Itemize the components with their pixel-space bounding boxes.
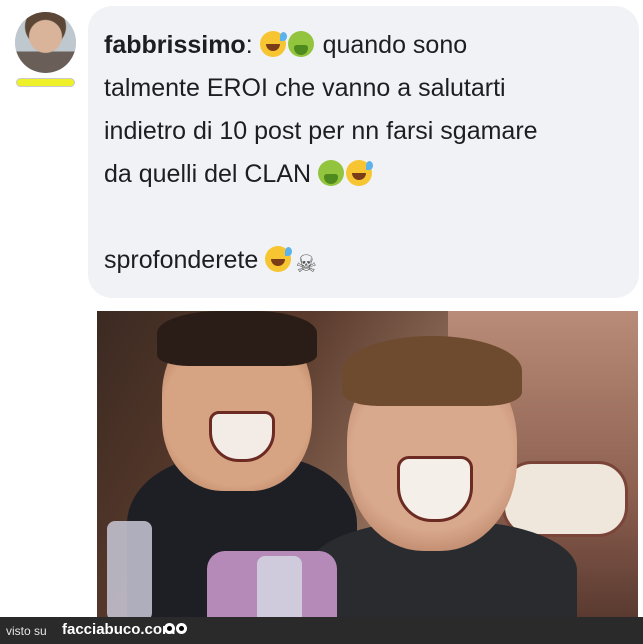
username[interactable]: fabbrissimo	[104, 31, 246, 59]
footer-site-link[interactable]: facciabuco.com	[62, 621, 175, 638]
photo-person-right-hair	[342, 336, 522, 406]
grinning-sweat-emoji-icon	[259, 31, 287, 57]
footer-visto-label: visto su	[6, 624, 47, 638]
eye-icon	[176, 623, 187, 634]
eyes-logo-icon	[164, 623, 188, 637]
nauseated-emoji-icon	[318, 160, 345, 186]
user-badge	[16, 78, 75, 87]
photo-person-left-hair	[157, 311, 317, 366]
meme-photo	[97, 311, 638, 617]
username-separator: :	[245, 31, 253, 59]
avatar-image	[15, 12, 76, 73]
photo-water-bottle	[257, 556, 302, 617]
comment-text: fabbrissimo: quando sono talmente EROI c…	[104, 24, 624, 282]
avatar[interactable]	[15, 12, 76, 73]
watermark-footer: visto su facciabuco.com	[0, 617, 643, 644]
comment-line-2: talmente EROI che vanno a salutarti	[104, 74, 506, 102]
nauseated-emoji-icon	[287, 31, 314, 57]
photo-water-bottle	[107, 521, 152, 617]
comment-line-5: sprofonderete	[104, 246, 259, 274]
comment-line-1: quando sono	[322, 31, 468, 59]
photo-person-right-mouth	[397, 456, 473, 522]
eye-icon	[164, 623, 175, 634]
skull-crossbones-emoji-icon: ☠	[295, 251, 317, 278]
grinning-sweat-emoji-icon	[346, 160, 374, 186]
comment-line-4: da quelli del CLAN	[104, 160, 312, 188]
grinning-sweat-emoji-icon	[265, 246, 293, 272]
photo-teeth	[502, 461, 628, 537]
comment-line-3: indietro di 10 post per nn farsi sgamare	[104, 117, 538, 145]
